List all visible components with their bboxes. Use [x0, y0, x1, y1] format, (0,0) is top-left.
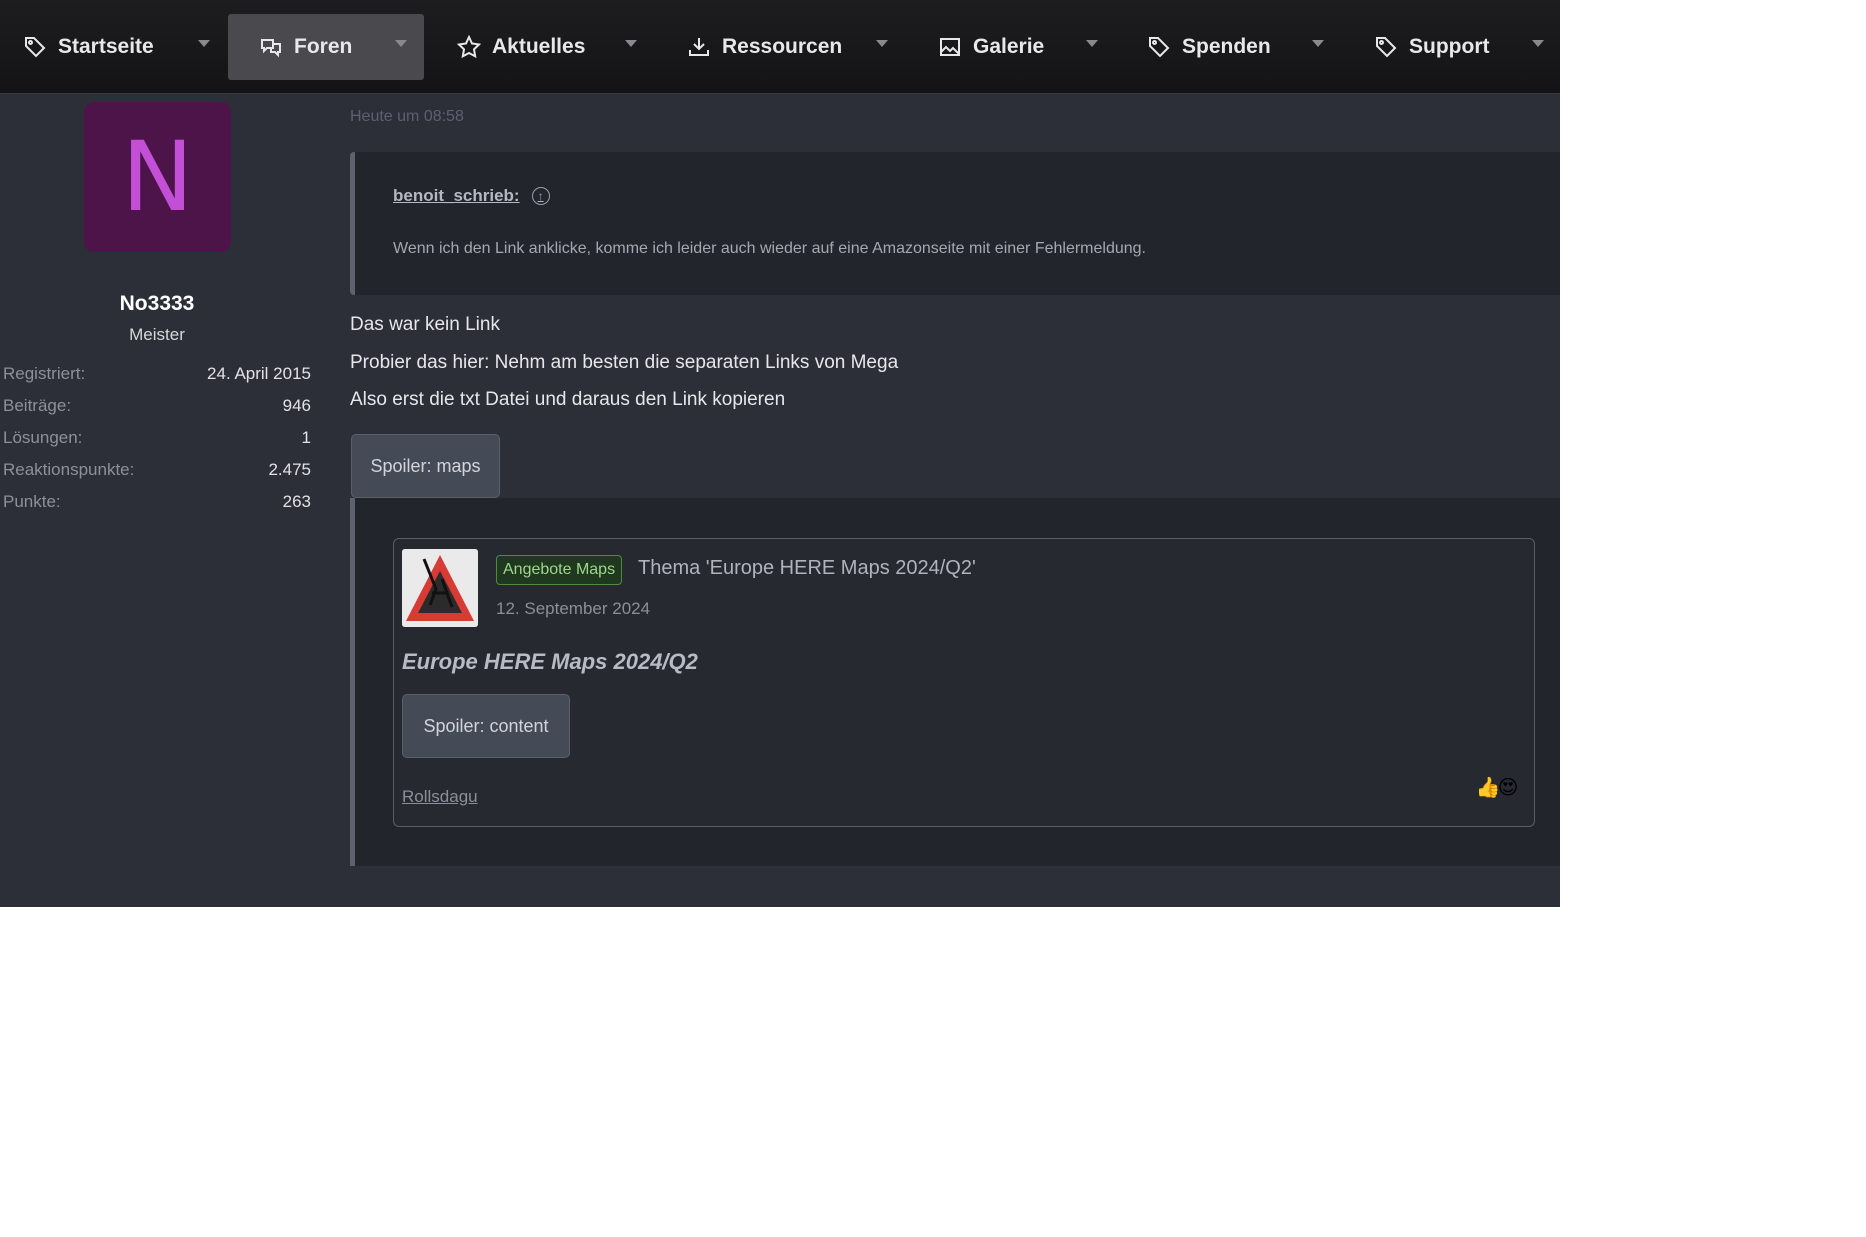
- arrow-up-circle-icon[interactable]: ↑: [531, 187, 550, 205]
- nav-ressourcen-dropdown-caret[interactable]: [876, 40, 888, 47]
- thread-date: 12. September 2024: [496, 599, 651, 618]
- nav-startseite-dropdown-caret[interactable]: [198, 40, 210, 47]
- nav-foren-dropdown-caret[interactable]: [395, 40, 407, 47]
- stat-points: Punkte: 263: [3, 492, 311, 516]
- spoiler-maps-button[interactable]: Spoiler: maps: [351, 434, 500, 498]
- nav-label: Foren: [294, 35, 353, 58]
- tag-icon: [22, 34, 48, 60]
- stat-key: Reaktionspunkte:: [3, 460, 135, 479]
- quote-author-label: benoit_schrieb:: [393, 186, 520, 205]
- nav-foren[interactable]: Foren: [228, 14, 424, 80]
- star-icon: [456, 34, 482, 60]
- nav-startseite[interactable]: Startseite: [22, 14, 154, 80]
- nav-galerie-dropdown-caret[interactable]: [1086, 40, 1098, 47]
- stat-reaction-points: Reaktionspunkte: 2.475: [3, 460, 311, 484]
- user-title: Meister: [129, 325, 185, 344]
- nav-ressourcen[interactable]: Ressourcen: [686, 14, 842, 80]
- nav-aktuelles[interactable]: Aktuelles: [456, 14, 585, 80]
- stat-value: 946: [282, 396, 311, 415]
- stat-registered: Registriert: 24. April 2015: [3, 364, 311, 388]
- post-line: Probier das hier: Nehm am besten die sep…: [350, 352, 899, 373]
- avatar-letter: N: [121, 121, 194, 233]
- top-navigation: Startseite Foren Aktuelles Ressourcen Ga…: [0, 0, 1560, 94]
- thread-prefix-badge[interactable]: Angebote Maps: [496, 555, 623, 585]
- nav-label: Galerie: [973, 35, 1045, 58]
- stat-key: Punkte:: [3, 492, 61, 511]
- nav-support[interactable]: Support: [1373, 14, 1489, 80]
- stat-key: Lösungen:: [3, 428, 83, 447]
- nav-galerie[interactable]: Galerie: [937, 14, 1044, 80]
- thread-title[interactable]: Thema 'Europe HERE Maps 2024/Q2': [638, 557, 976, 580]
- nav-support-dropdown-caret[interactable]: [1532, 40, 1544, 47]
- spoiler-label: Spoiler: maps: [370, 455, 481, 476]
- post-line: Also erst die txt Datei und daraus den L…: [350, 389, 786, 410]
- reactions-summary[interactable]: 👍 😍: [1476, 775, 1520, 799]
- user-sidebar: N No3333 Meister Registriert: 24. April …: [0, 94, 320, 907]
- nav-label: Aktuelles: [492, 35, 586, 58]
- download-tray-icon: [686, 34, 712, 60]
- tag-icon: [1373, 34, 1399, 60]
- spoiler-content-button[interactable]: Spoiler: content: [402, 694, 570, 758]
- nav-label: Support: [1409, 35, 1490, 58]
- avatar[interactable]: N: [84, 102, 231, 252]
- tag-icon: [1146, 34, 1172, 60]
- post-line: Das war kein Link: [350, 314, 500, 335]
- nav-spenden[interactable]: Spenden: [1146, 14, 1271, 80]
- quote-block: benoit_schrieb: ↑ Wenn ich den Link ankl…: [350, 152, 1560, 295]
- stat-value: 1: [301, 428, 311, 447]
- nav-label: Ressourcen: [722, 35, 843, 58]
- embed-author-link[interactable]: Rollsdagu: [402, 787, 478, 807]
- thread-embed: Angebote Maps Thema 'Europe HERE Maps 20…: [393, 538, 1535, 827]
- forum-page: Startseite Foren Aktuelles Ressourcen Ga…: [0, 0, 1560, 907]
- nav-aktuelles-dropdown-caret[interactable]: [625, 40, 637, 47]
- chat-bubbles-icon: [258, 34, 284, 60]
- spoiler-label: Spoiler: content: [423, 715, 549, 736]
- nav-spenden-dropdown-caret[interactable]: [1312, 40, 1324, 47]
- spoiler-content: Angebote Maps Thema 'Europe HERE Maps 20…: [350, 498, 1560, 866]
- heart-eyes-icon: 😍: [1497, 776, 1519, 799]
- username[interactable]: No3333: [0, 292, 314, 316]
- stat-value: 263: [282, 492, 311, 511]
- stat-posts: Beiträge: 946: [3, 396, 311, 420]
- nav-label: Startseite: [58, 35, 154, 58]
- nav-label: Spenden: [1182, 35, 1271, 58]
- quote-text: Wenn ich den Link anklicke, komme ich le…: [393, 240, 1146, 257]
- quote-author-link[interactable]: benoit_schrieb: ↑: [393, 186, 550, 206]
- stat-solutions: Lösungen: 1: [3, 428, 311, 452]
- post-timestamp[interactable]: Heute um 08:58: [350, 108, 464, 126]
- image-icon: [937, 34, 963, 60]
- stat-value: 2.475: [268, 460, 311, 479]
- post-content: Heute um 08:58 benoit_schrieb: ↑ Wenn ic…: [350, 94, 1560, 907]
- stat-key: Registriert:: [3, 364, 86, 383]
- stat-key: Beiträge:: [3, 396, 72, 415]
- embed-heading: Europe HERE Maps 2024/Q2: [402, 649, 698, 674]
- warning-sign-thumbnail[interactable]: [402, 549, 478, 627]
- stat-value: 24. April 2015: [207, 364, 311, 383]
